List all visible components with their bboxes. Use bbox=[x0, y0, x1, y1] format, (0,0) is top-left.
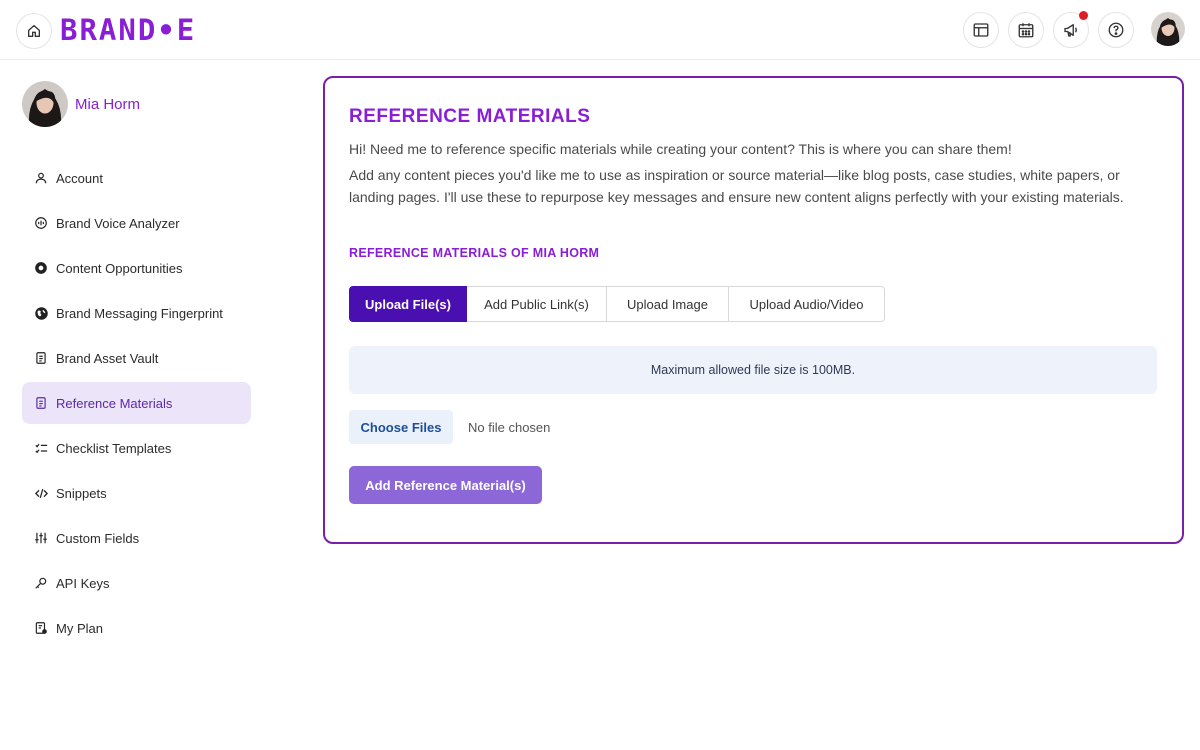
profile: Mia Horm bbox=[22, 81, 140, 127]
megaphone-icon bbox=[1064, 24, 1077, 37]
announcements-button[interactable] bbox=[1053, 11, 1089, 48]
file-size-info: Maximum allowed file size is 100MB. bbox=[349, 346, 1157, 394]
calendar-icon bbox=[1018, 23, 1034, 38]
key-icon bbox=[33, 575, 49, 591]
document-icon bbox=[33, 395, 49, 411]
checklist-icon bbox=[33, 440, 49, 456]
sidebar-item-content-opportunities[interactable]: Content Opportunities bbox=[22, 247, 251, 289]
page-title: REFERENCE MATERIALS bbox=[349, 106, 591, 127]
sidebar-item-brand-asset-vault[interactable]: Brand Asset Vault bbox=[22, 337, 251, 379]
upload-tabs: Upload File(s) Add Public Link(s) Upload… bbox=[349, 286, 885, 322]
sliders-icon bbox=[33, 530, 49, 546]
sidebar-item-brand-messaging-fingerprint[interactable]: Brand Messaging Fingerprint bbox=[22, 292, 251, 334]
opportunities-icon bbox=[33, 260, 49, 276]
sidebar-item-reference-materials[interactable]: Reference Materials bbox=[22, 382, 251, 424]
add-reference-materials-button[interactable]: Add Reference Material(s) bbox=[349, 466, 542, 504]
reference-materials-card: REFERENCE MATERIALS Hi! Need me to refer… bbox=[323, 76, 1184, 544]
sidebar-item-checklist-templates[interactable]: Checklist Templates bbox=[22, 427, 251, 469]
intro-text: Hi! Need me to reference specific materi… bbox=[349, 141, 1012, 157]
sidebar-item-my-plan[interactable]: My Plan bbox=[22, 607, 251, 649]
brand-logo[interactable]: BRAND•E bbox=[60, 14, 196, 46]
section-subtitle: REFERENCE MATERIALS OF MIA HORM bbox=[349, 246, 600, 260]
sidebar-item-brand-voice-analyzer[interactable]: Brand Voice Analyzer bbox=[22, 202, 251, 244]
user-icon bbox=[33, 170, 49, 186]
profile-avatar bbox=[22, 81, 68, 127]
no-file-chosen-label: No file chosen bbox=[468, 420, 551, 435]
sidebar-item-api-keys[interactable]: API Keys bbox=[22, 562, 251, 604]
home-button[interactable] bbox=[16, 13, 52, 49]
code-icon bbox=[33, 485, 49, 501]
sidebar-item-account[interactable]: Account bbox=[22, 157, 251, 199]
top-bar: BRAND•E bbox=[0, 0, 1200, 60]
globe-icon bbox=[33, 305, 49, 321]
tab-add-public-links[interactable]: Add Public Link(s) bbox=[467, 286, 607, 322]
user-avatar[interactable] bbox=[1151, 12, 1185, 46]
layout-icon bbox=[973, 23, 989, 37]
sidebar-item-snippets[interactable]: Snippets bbox=[22, 472, 251, 514]
home-icon bbox=[28, 25, 40, 37]
help-icon bbox=[1108, 22, 1124, 38]
profile-name: Mia Horm bbox=[75, 95, 141, 113]
choose-files-button[interactable]: Choose Files bbox=[349, 410, 453, 444]
plan-icon bbox=[33, 620, 49, 636]
help-button[interactable] bbox=[1098, 12, 1134, 48]
calendar-button[interactable] bbox=[1008, 12, 1044, 48]
tab-upload-audio-video[interactable]: Upload Audio/Video bbox=[729, 286, 885, 322]
tab-upload-files[interactable]: Upload File(s) bbox=[349, 286, 467, 322]
sidebar-nav: Account Brand Voice Analyzer Content Opp… bbox=[22, 157, 251, 652]
voice-icon bbox=[33, 215, 49, 231]
sidebar-item-custom-fields[interactable]: Custom Fields bbox=[22, 517, 251, 559]
tab-upload-image[interactable]: Upload Image bbox=[607, 286, 729, 322]
vault-icon bbox=[33, 350, 49, 366]
layout-button[interactable] bbox=[963, 12, 999, 48]
sidebar: Mia Horm Account Brand Voice Analyzer Co… bbox=[0, 61, 270, 750]
notification-dot bbox=[1079, 11, 1088, 20]
description-text: Add any content pieces you'd like me to … bbox=[349, 167, 1124, 205]
